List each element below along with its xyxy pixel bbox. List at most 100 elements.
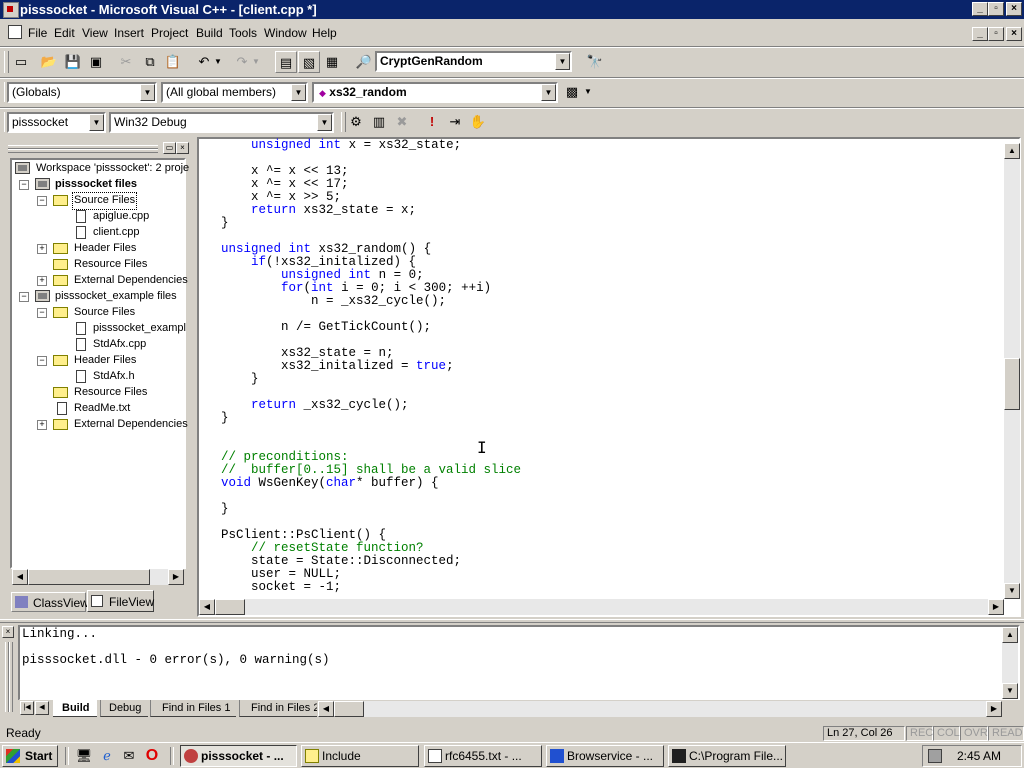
- chevron-down-icon[interactable]: ▼: [317, 114, 332, 131]
- child-minimize-button[interactable]: _: [972, 27, 988, 41]
- title-bar[interactable]: pisssocket - Microsoft Visual C++ - [cli…: [0, 0, 1024, 19]
- tray-app-icon[interactable]: [928, 749, 942, 763]
- tree-node-folder[interactable]: Resource Files: [74, 384, 147, 400]
- tree-node-folder[interactable]: External Dependencies: [74, 272, 188, 288]
- task-include[interactable]: Include: [301, 745, 419, 767]
- tree-horizontal-scrollbar[interactable]: ◀ ▶: [12, 569, 184, 585]
- menu-tools[interactable]: Tools: [229, 26, 257, 40]
- tree-node-folder[interactable]: External Dependencies: [74, 416, 188, 432]
- find-in-files-icon[interactable]: 🔎: [353, 51, 375, 73]
- tree-node-folder[interactable]: Resource Files: [74, 256, 147, 272]
- paste-icon[interactable]: 📋: [162, 51, 184, 73]
- tree-node-file[interactable]: client.cpp: [93, 224, 139, 240]
- tree-node-file[interactable]: StdAfx.h: [93, 368, 135, 384]
- tree-node-file[interactable]: ReadMe.txt: [74, 400, 130, 416]
- pane-close-icon[interactable]: ×: [176, 142, 189, 154]
- editor-vertical-scrollbar[interactable]: ▲ ▼: [1004, 143, 1020, 599]
- collapse-icon[interactable]: −: [37, 308, 47, 318]
- members-combo[interactable]: (All global members) ▼: [161, 82, 308, 103]
- scroll-up-icon[interactable]: ▲: [1002, 627, 1018, 643]
- breakpoint-hand-icon[interactable]: ✋: [467, 111, 489, 133]
- app-icon[interactable]: [3, 2, 19, 18]
- scroll-left-icon[interactable]: ◀: [318, 701, 334, 717]
- start-button[interactable]: Start: [2, 745, 58, 767]
- tree-node-folder[interactable]: Header Files: [74, 352, 136, 368]
- task-visual-cpp[interactable]: pisssocket - ...: [180, 745, 297, 767]
- tab-build[interactable]: Build: [53, 700, 97, 717]
- tab-scroll-left-icon[interactable]: ◀: [35, 701, 49, 715]
- tree-node-project[interactable]: pisssocket_example files: [55, 288, 177, 304]
- function-combo[interactable]: ◆ xs32_random ▼: [312, 82, 558, 103]
- workspace-toggle-icon[interactable]: ▤: [275, 51, 297, 73]
- expand-icon[interactable]: +: [37, 276, 47, 286]
- menu-help[interactable]: Help: [312, 26, 337, 40]
- scroll-right-icon[interactable]: ▶: [988, 599, 1004, 615]
- editor-horizontal-scrollbar[interactable]: ◀ ▶: [199, 599, 1004, 615]
- menu-file[interactable]: File: [28, 26, 47, 40]
- scroll-thumb[interactable]: [334, 701, 364, 717]
- menu-project[interactable]: Project: [151, 26, 188, 40]
- tab-debug[interactable]: Debug: [100, 700, 148, 717]
- collapse-icon[interactable]: −: [19, 292, 29, 302]
- scope-combo[interactable]: (Globals) ▼: [7, 82, 157, 103]
- scroll-right-icon[interactable]: ▶: [168, 569, 184, 585]
- document-icon[interactable]: [8, 25, 22, 39]
- tree-node-folder[interactable]: Header Files: [74, 240, 136, 256]
- scroll-down-icon[interactable]: ▼: [1002, 683, 1018, 699]
- child-restore-button[interactable]: ▫: [988, 27, 1004, 41]
- expand-icon[interactable]: +: [37, 420, 47, 430]
- copy-icon[interactable]: ⧉: [139, 51, 161, 73]
- output-toggle-icon[interactable]: ▧: [298, 51, 320, 73]
- tab-find-in-files-2[interactable]: Find in Files 2: [239, 700, 317, 717]
- scroll-left-icon[interactable]: ◀: [199, 599, 215, 615]
- tab-scroll-first-icon[interactable]: |◀: [20, 701, 34, 715]
- tab-classview[interactable]: ClassView: [11, 592, 89, 612]
- output-vertical-scrollbar[interactable]: ▲ ▼: [1002, 627, 1018, 699]
- opera-icon[interactable]: O: [141, 745, 163, 767]
- redo-dropdown-icon[interactable]: ▼: [250, 51, 262, 73]
- windows-list-icon[interactable]: ▦: [321, 51, 343, 73]
- cut-icon[interactable]: ✂: [115, 51, 137, 73]
- menu-insert[interactable]: Insert: [114, 26, 144, 40]
- output-close-icon[interactable]: ×: [2, 626, 14, 638]
- scroll-thumb[interactable]: [28, 569, 150, 585]
- tree-node-folder[interactable]: Source Files: [74, 304, 135, 320]
- undo-dropdown-icon[interactable]: ▼: [212, 51, 224, 73]
- tree-node-file[interactable]: apiglue.cpp: [93, 208, 149, 224]
- show-desktop-icon[interactable]: 🖥: [73, 745, 95, 767]
- chevron-down-icon[interactable]: ▼: [89, 114, 104, 131]
- tree-node-workspace[interactable]: Workspace 'pisssocket': 2 proje: [36, 160, 189, 176]
- menu-edit[interactable]: Edit: [54, 26, 75, 40]
- output-pane-grip[interactable]: ×: [2, 626, 14, 716]
- minimize-button[interactable]: _: [972, 2, 988, 16]
- child-close-button[interactable]: ×: [1006, 27, 1022, 41]
- task-rfc6455[interactable]: rfc6455.txt - ...: [424, 745, 542, 767]
- scroll-left-icon[interactable]: ◀: [12, 569, 28, 585]
- find-binoculars-icon[interactable]: 🔭: [584, 51, 606, 73]
- new-file-icon[interactable]: ▭: [10, 51, 32, 73]
- collapse-icon[interactable]: −: [19, 180, 29, 190]
- menu-window[interactable]: Window: [264, 26, 307, 40]
- collapse-icon[interactable]: −: [37, 356, 47, 366]
- chevron-down-icon[interactable]: ▼: [291, 84, 306, 101]
- outlook-express-icon[interactable]: ✉: [118, 745, 140, 767]
- collapse-icon[interactable]: −: [37, 196, 47, 206]
- pane-restore-icon[interactable]: ▭: [163, 142, 176, 154]
- scroll-up-icon[interactable]: ▲: [1004, 143, 1020, 159]
- output-horizontal-scrollbar[interactable]: ◀ ▶: [318, 701, 1002, 717]
- project-combo[interactable]: pisssocket ▼: [7, 112, 106, 133]
- save-all-icon[interactable]: ▣: [85, 51, 107, 73]
- task-program-files[interactable]: C:\Program File...: [668, 745, 786, 767]
- expand-icon[interactable]: +: [37, 244, 47, 254]
- step-into-icon[interactable]: ⇥: [444, 111, 466, 133]
- find-combo[interactable]: CryptGenRandom ▼: [375, 51, 572, 72]
- chevron-down-icon[interactable]: ▼: [541, 84, 556, 101]
- scroll-thumb[interactable]: [215, 599, 245, 615]
- config-combo[interactable]: Win32 Debug ▼: [109, 112, 334, 133]
- tree-node-file[interactable]: pisssocket_exampl: [93, 320, 186, 336]
- scroll-down-icon[interactable]: ▼: [1004, 583, 1020, 599]
- open-folder-icon[interactable]: 📂: [38, 51, 60, 73]
- scroll-thumb[interactable]: [1004, 358, 1020, 410]
- build-icon[interactable]: ▥: [368, 111, 390, 133]
- scroll-right-icon[interactable]: ▶: [986, 701, 1002, 717]
